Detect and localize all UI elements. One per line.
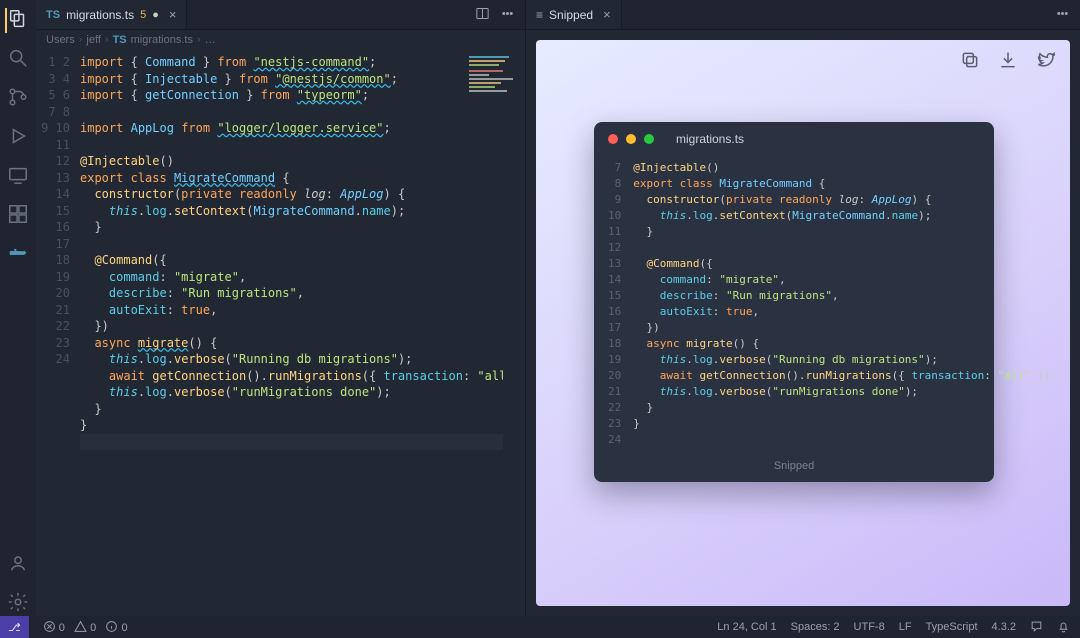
card-code-body: @Injectable() export class MigrateComman… [633, 160, 1057, 448]
code-view[interactable]: 1 2 3 4 5 6 7 8 9 10 11 12 13 14 15 16 1… [36, 50, 525, 616]
tab-label: migrations.ts [66, 8, 134, 22]
breadcrumbs[interactable]: Users› jeff› TS migrations.ts› … [36, 30, 525, 50]
twitter-icon[interactable] [1036, 50, 1056, 73]
status-ln-col[interactable]: Ln 24, Col 1 [717, 621, 776, 633]
card-footer: Snipped [594, 456, 994, 474]
status-feedback-icon[interactable] [1030, 620, 1043, 634]
traffic-light-green [644, 134, 654, 144]
status-eol[interactable]: LF [899, 621, 912, 633]
more-icon[interactable] [1055, 6, 1070, 24]
card-title: migrations.ts [676, 132, 744, 146]
status-problems[interactable]: 0 0 0 [43, 620, 128, 634]
docker-icon[interactable] [7, 242, 29, 267]
editor-groups: TS migrations.ts 5 ● × Users› jeff› TS m… [36, 0, 1080, 616]
tab-bar-left: TS migrations.ts 5 ● × [36, 0, 525, 30]
copy-icon[interactable] [960, 50, 980, 73]
status-bar: ⎇ 0 0 0 Ln 24, Col 1 Spaces: 2 UTF-8 LF … [0, 616, 1080, 638]
status-encoding[interactable]: UTF-8 [854, 621, 885, 633]
breadcrumb-seg[interactable]: migrations.ts [131, 34, 193, 46]
download-icon[interactable] [998, 50, 1018, 73]
remote-icon[interactable] [7, 164, 29, 189]
snipped-preview: migrations.ts 7 8 9 10 11 12 13 14 15 16… [536, 40, 1070, 606]
status-language[interactable]: TypeScript [926, 621, 978, 633]
snippet-card: migrations.ts 7 8 9 10 11 12 13 14 15 16… [594, 122, 994, 482]
tab-label: Snipped [549, 8, 593, 22]
status-git-branch[interactable]: ⎇ [0, 616, 29, 638]
traffic-light-red [608, 134, 618, 144]
tab-migrations[interactable]: TS migrations.ts 5 ● × [36, 0, 187, 29]
search-icon[interactable] [7, 47, 29, 72]
line-gutter: 1 2 3 4 5 6 7 8 9 10 11 12 13 14 15 16 1… [36, 50, 80, 616]
traffic-light-yellow [626, 134, 636, 144]
explorer-icon[interactable] [5, 8, 29, 33]
code-body[interactable]: import { Command } from "nestjs-command"… [80, 50, 503, 616]
editor-pane-right: ≡ Snipped × migrations.ts [526, 0, 1080, 616]
minimap[interactable] [465, 50, 525, 120]
card-titlebar: migrations.ts [594, 122, 994, 156]
status-bell-icon[interactable] [1057, 620, 1070, 634]
editor-pane-left: TS migrations.ts 5 ● × Users› jeff› TS m… [36, 0, 526, 616]
more-icon[interactable] [500, 6, 515, 24]
account-icon[interactable] [7, 552, 29, 577]
tab-mod-count: 5 [140, 9, 146, 21]
tab-dirty-dot: ● [152, 9, 159, 21]
close-icon[interactable]: × [169, 7, 177, 22]
breadcrumb-seg[interactable]: Users [46, 34, 75, 46]
snipped-tab-icon: ≡ [536, 8, 543, 22]
ts-lang-icon: TS [46, 9, 60, 21]
activity-bar [0, 0, 36, 616]
extensions-icon[interactable] [7, 203, 29, 228]
breadcrumb-seg[interactable]: jeff [86, 34, 100, 46]
run-debug-icon[interactable] [7, 125, 29, 150]
breadcrumb-seg[interactable]: … [205, 34, 216, 46]
split-editor-icon[interactable] [475, 6, 490, 24]
tab-snipped[interactable]: ≡ Snipped × [526, 0, 622, 29]
card-gutter: 7 8 9 10 11 12 13 14 15 16 17 18 19 20 2… [608, 160, 633, 448]
status-ts-ver[interactable]: 4.3.2 [992, 621, 1016, 633]
source-control-icon[interactable] [7, 86, 29, 111]
status-spaces[interactable]: Spaces: 2 [791, 621, 840, 633]
tab-bar-right: ≡ Snipped × [526, 0, 1080, 30]
settings-gear-icon[interactable] [7, 591, 29, 616]
close-icon[interactable]: × [603, 7, 611, 22]
